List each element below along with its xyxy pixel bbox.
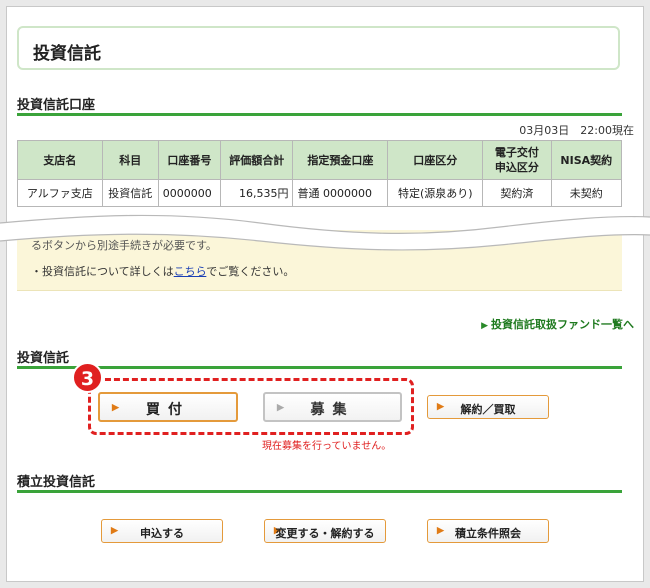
page-tear-graphic: [0, 214, 650, 251]
accumulation-section-title: 積立投資信託: [17, 475, 96, 490]
accumulation-inquiry-button-label: 積立条件照会: [455, 528, 521, 540]
notice-text-suffix: でご覧ください。: [206, 265, 295, 278]
col-valuation-total: 評価額合計: [220, 140, 294, 180]
trust-section-title: 投資信託: [17, 351, 70, 366]
col-designated-account: 指定預金口座: [292, 140, 389, 180]
notice-link-here[interactable]: こちら: [174, 265, 207, 278]
account-table-header: 支店名 科目 口座番号 評価額合計 指定預金口座 口座区分 電子交付 申込区分 …: [17, 140, 623, 180]
cell-designated-account: 普通 0000000: [292, 179, 389, 207]
step-number-badge: 3: [72, 362, 103, 393]
buy-button[interactable]: ▶ 買付: [98, 392, 238, 422]
col-e-delivery: 電子交付 申込区分: [482, 140, 552, 180]
apply-button[interactable]: ▶ 申込する: [101, 519, 223, 543]
cell-branch: アルファ支店: [17, 179, 103, 207]
recruit-button[interactable]: ▶ 募集: [263, 392, 402, 422]
notice-line: ・投資信託について詳しくはこちらでご覧ください。: [31, 263, 294, 279]
col-branch: 支店名: [17, 140, 103, 180]
cell-account-number: 0000000: [157, 179, 222, 207]
cell-subject: 投資信託: [101, 179, 159, 207]
page-frame: [6, 6, 644, 582]
notice-text-prefix: ・投資信託について詳しくは: [31, 265, 174, 278]
col-nisa: NISA契約: [550, 140, 623, 180]
cell-account-type: 特定(源泉あり): [387, 179, 484, 207]
change-cancel-button[interactable]: ▶ 変更する・解約する: [264, 519, 386, 543]
timestamp: 03月03日 22:00現在: [519, 124, 634, 137]
page-title: 投資信託: [33, 44, 101, 64]
cancel-purchase-button-label: 解約／買取: [460, 404, 516, 416]
table-row: アルファ支店 投資信託 0000000 16,535円 普通 0000000 特…: [17, 179, 623, 207]
col-account-type: 口座区分: [387, 140, 484, 180]
cancel-purchase-button[interactable]: ▶ 解約／買取: [427, 395, 549, 419]
cell-e-delivery: 契約済: [482, 179, 552, 207]
change-cancel-button-label: 変更する・解約する: [275, 528, 375, 540]
recruit-status-note: 現在募集を行っていません。: [262, 441, 392, 452]
recruit-button-label: 募集: [310, 401, 355, 417]
buy-button-label: 買付: [146, 401, 190, 417]
account-section-title: 投資信託口座: [17, 98, 96, 113]
account-table: 支店名 科目 口座番号 評価額合計 指定預金口座 口座区分 電子交付 申込区分 …: [17, 140, 623, 207]
col-account-number: 口座番号: [157, 140, 222, 180]
account-section-divider: [17, 113, 622, 116]
cell-valuation-total: 16,535円: [220, 179, 294, 207]
fund-list-link-label: 投資信託取扱ファンド一覧へ: [491, 318, 634, 331]
cell-nisa: 未契約: [550, 179, 623, 207]
accumulation-section-divider: [17, 490, 622, 493]
page-title-box: 投資信託: [17, 26, 620, 70]
trust-section-divider: [17, 366, 622, 369]
apply-button-label: 申込する: [140, 528, 184, 540]
col-subject: 科目: [101, 140, 159, 180]
arrow-right-icon: ▶: [481, 321, 488, 331]
accumulation-inquiry-button[interactable]: ▶ 積立条件照会: [427, 519, 549, 543]
fund-list-link[interactable]: ▶ 投資信託取扱ファンド一覧へ: [481, 316, 634, 332]
